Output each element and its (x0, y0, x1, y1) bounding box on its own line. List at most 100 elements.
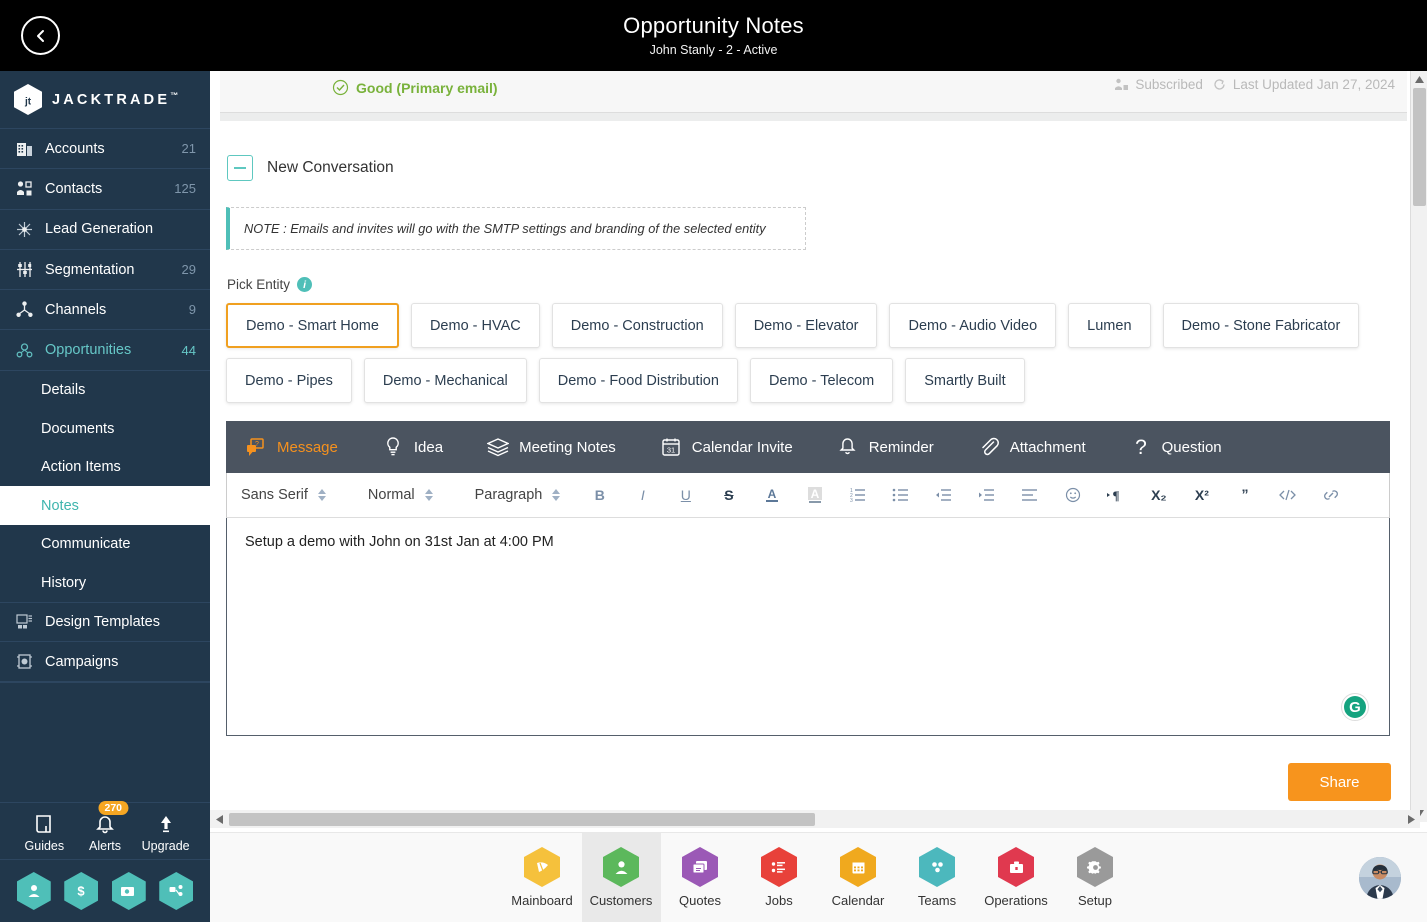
emoji-icon[interactable] (1051, 480, 1094, 510)
sidebar-subitem-history[interactable]: History (0, 563, 210, 602)
subscript-glyph: X₂ (1151, 487, 1167, 503)
bottom-nav-mainboard[interactable]: Mainboard (503, 833, 582, 922)
sidebar-item-segmentation[interactable]: Segmentation 29 (0, 250, 210, 291)
guides-button[interactable]: Guides (17, 810, 71, 853)
sidebar-item-count: 44 (181, 342, 196, 358)
font-family-select[interactable]: Sans Serif (241, 487, 326, 503)
alerts-button[interactable]: 270 Alerts (78, 800, 132, 853)
sidebar-item-campaigns[interactable]: Campaigns (0, 642, 210, 683)
font-size-select[interactable]: Normal (368, 487, 433, 503)
vertical-scrollbar[interactable] (1410, 71, 1427, 822)
underline-icon[interactable]: U (664, 480, 707, 510)
entity-label: Demo - Audio Video (908, 317, 1038, 334)
sidebar-item-channels[interactable]: Channels 9 (0, 290, 210, 331)
font-family-value: Sans Serif (241, 487, 308, 503)
entity-option[interactable]: Demo - Mechanical (363, 358, 527, 403)
question-mark-icon: ? (1130, 436, 1152, 458)
entity-option[interactable]: Demo - Stone Fabricator (1162, 303, 1360, 348)
entity-option[interactable]: Demo - Telecom (749, 358, 894, 403)
link-icon[interactable] (1309, 480, 1352, 510)
tab-label: Calendar Invite (691, 438, 793, 456)
info-icon[interactable]: i (297, 277, 313, 292)
grammarly-icon[interactable]: G (1341, 693, 1369, 721)
entity-option[interactable]: Smartly Built (905, 358, 1025, 403)
upgrade-button[interactable]: Upgrade (139, 810, 193, 853)
bottom-nav-label: Setup (1078, 893, 1112, 908)
block-format-select[interactable]: Paragraph (475, 487, 561, 503)
tab-meeting-notes[interactable]: Meeting Notes (487, 437, 660, 457)
minus-box-icon[interactable] (227, 155, 253, 181)
bottom-nav-quotes[interactable]: Quotes (661, 833, 740, 922)
workflow-icon (169, 885, 183, 896)
sidebar-item-contacts[interactable]: Contacts 125 (0, 169, 210, 210)
tab-question[interactable]: ? Question (1130, 436, 1266, 458)
vertical-scroll-thumb[interactable] (1413, 88, 1426, 206)
bottom-nav-customers[interactable]: Customers (581, 832, 661, 922)
tab-reminder[interactable]: Reminder (837, 437, 978, 457)
grammarly-glyph: G (1344, 696, 1366, 718)
text-color-icon[interactable]: A (750, 480, 793, 510)
calendar-31-icon: 31 (660, 437, 682, 457)
scroll-left-arrow[interactable] (210, 814, 228, 824)
sidebar-item-design-templates[interactable]: Design Templates (0, 601, 210, 643)
tab-attachment[interactable]: Attachment (978, 437, 1130, 457)
entity-option[interactable]: Demo - Smart Home (226, 303, 399, 348)
arrow-up-icon (157, 810, 175, 836)
bottom-nav-calendar[interactable]: Calendar (819, 833, 898, 922)
tab-calendar-invite[interactable]: 31 Calendar Invite (660, 437, 837, 457)
bold-icon[interactable]: B (578, 480, 621, 510)
superscript-icon[interactable]: X² (1180, 480, 1223, 510)
ordered-list-icon[interactable]: 123 (836, 480, 879, 510)
horizontal-scrollbar[interactable] (210, 810, 1420, 828)
sidebar-item-lead-generation[interactable]: Lead Generation (0, 210, 210, 250)
bottom-nav-teams[interactable]: Teams (898, 833, 977, 922)
shortcut-workflow[interactable] (159, 872, 194, 910)
brand-logo[interactable]: jt JACKTRADE™ (0, 71, 210, 129)
entity-option[interactable]: Lumen (1068, 303, 1151, 348)
bottom-nav-setup[interactable]: Setup (1056, 833, 1135, 922)
bottom-nav-operations[interactable]: Operations (977, 833, 1056, 922)
sidebar-subitem-communicate[interactable]: Communicate (0, 525, 210, 564)
background-color-icon[interactable]: A (793, 480, 836, 510)
scroll-up-arrow[interactable] (1411, 71, 1427, 88)
entity-option[interactable]: Demo - Audio Video (889, 303, 1057, 348)
text-direction-icon[interactable]: ¶ (1094, 480, 1137, 510)
entity-option[interactable]: Demo - HVAC (410, 303, 540, 348)
strikethrough-icon[interactable]: S (707, 480, 750, 510)
sidebar-subitem-details[interactable]: Details (0, 371, 210, 410)
tab-message[interactable]: ? Message (245, 437, 382, 457)
shortcut-payment[interactable] (111, 872, 146, 910)
tab-idea[interactable]: Idea (382, 437, 487, 457)
sidebar-subitem-notes[interactable]: Notes (0, 486, 210, 525)
scroll-right-arrow[interactable] (1402, 814, 1420, 824)
indent-icon[interactable] (965, 480, 1008, 510)
page-subtitle: John Stanly - 2 - Active (649, 42, 778, 57)
align-icon[interactable] (1008, 480, 1051, 510)
brand-name: JACKTRADE™ (52, 91, 179, 108)
svg-text:31: 31 (667, 446, 675, 455)
subscript-icon[interactable]: X₂ (1137, 480, 1180, 510)
sidebar-item-opportunities[interactable]: Opportunities 44 (0, 330, 210, 371)
italic-icon[interactable]: I (621, 480, 664, 510)
entity-option[interactable]: Demo - Food Distribution (538, 358, 738, 403)
bottom-nav-jobs[interactable]: Jobs (740, 833, 819, 922)
sidebar-subitem-action-items[interactable]: Action Items (0, 448, 210, 487)
bullet-list-icon[interactable] (879, 480, 922, 510)
guides-label: Guides (24, 838, 65, 853)
share-button[interactable]: Share (1288, 763, 1391, 801)
blockquote-icon[interactable]: ” (1223, 480, 1266, 510)
shortcut-person[interactable] (16, 872, 51, 910)
code-block-icon[interactable] (1266, 480, 1309, 510)
shortcut-dollar[interactable]: $ (64, 872, 99, 910)
sidebar-subitem-documents[interactable]: Documents (0, 409, 210, 448)
paperclip-icon (978, 437, 1000, 457)
sidebar-item-accounts[interactable]: Accounts 21 (0, 129, 210, 170)
user-avatar[interactable] (1359, 857, 1401, 899)
back-button[interactable] (21, 16, 60, 55)
horizontal-scroll-thumb[interactable] (229, 812, 815, 826)
entity-option[interactable]: Demo - Elevator (734, 303, 878, 348)
entity-option[interactable]: Demo - Pipes (226, 358, 352, 403)
note-text-area[interactable]: Setup a demo with John on 31st Jan at 4:… (226, 518, 1390, 736)
entity-option[interactable]: Demo - Construction (551, 303, 723, 348)
outdent-icon[interactable] (922, 480, 965, 510)
